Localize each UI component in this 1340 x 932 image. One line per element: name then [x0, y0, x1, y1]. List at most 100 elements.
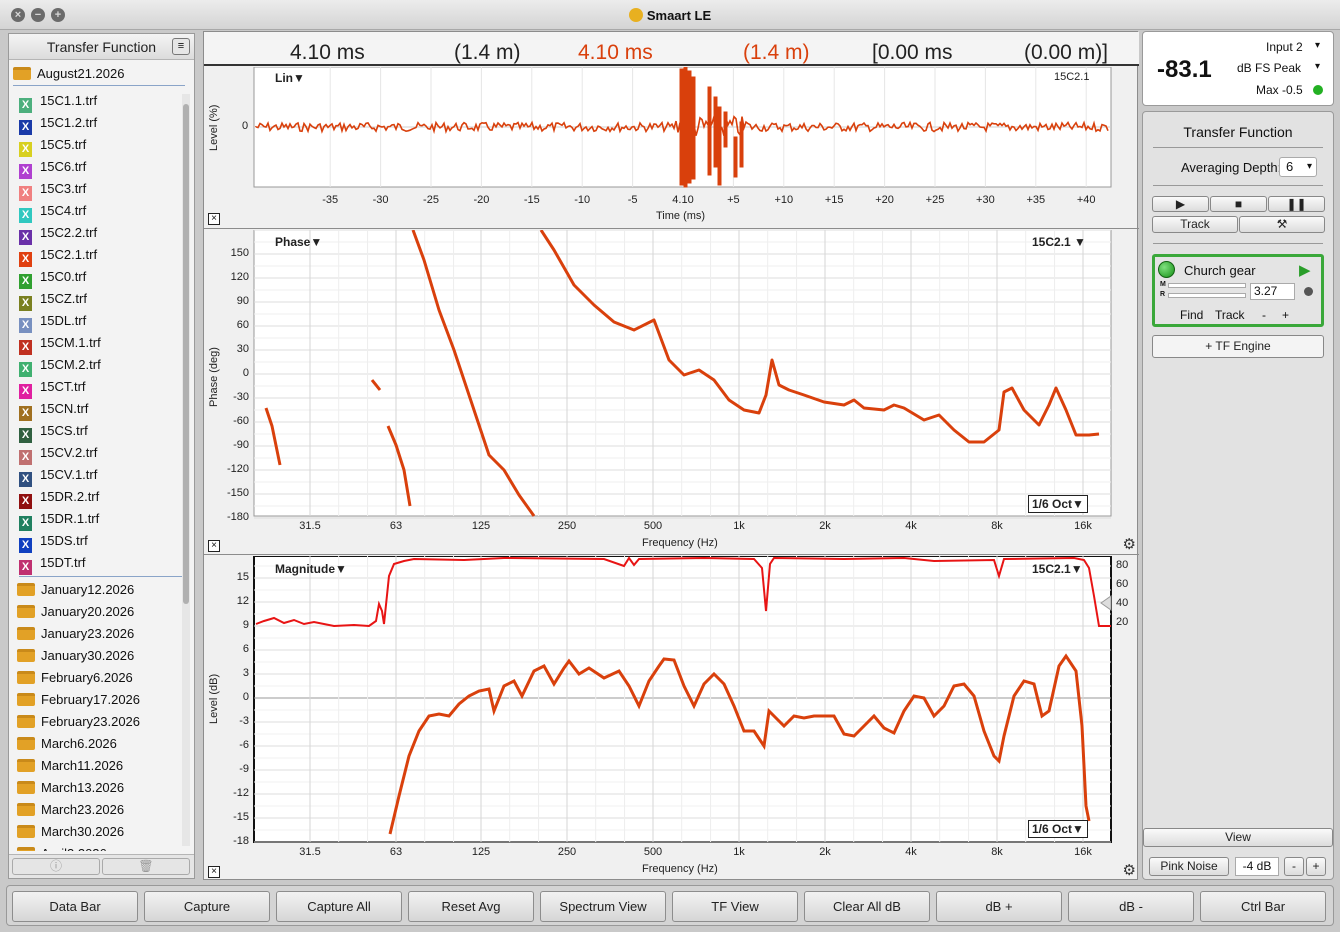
folder-item[interactable]: February17.2026	[17, 689, 140, 711]
file-item[interactable]: X 15CS.trf	[19, 420, 88, 443]
engine-minus-button[interactable]: -	[1262, 308, 1266, 322]
browser-menu-icon[interactable]: ≡	[172, 38, 190, 55]
tf-engine-church-gear[interactable]: Church gear ▶ M R 3.27 Find Track - +	[1152, 254, 1324, 327]
engine-track-button[interactable]: Track	[1215, 308, 1245, 322]
file-item[interactable]: X 15DS.trf	[19, 530, 88, 553]
bottom-button-ctrl-bar[interactable]: Ctrl Bar	[1200, 891, 1326, 922]
scrollbar-thumb[interactable]	[183, 104, 189, 604]
phase-close-icon[interactable]: ×	[208, 540, 220, 552]
input-select[interactable]: Input 2	[1266, 40, 1303, 54]
delete-button[interactable]: 🗑	[102, 858, 190, 875]
folder-item[interactable]: February6.2026	[17, 667, 133, 689]
phase-y-tick: 0	[242, 367, 249, 379]
add-tf-engine-button[interactable]: + TF Engine	[1152, 335, 1324, 358]
bottom-button-spectrum-view[interactable]: Spectrum View	[540, 891, 666, 922]
track-button[interactable]: Track	[1152, 216, 1238, 233]
folder-item[interactable]: March30.2026	[17, 821, 124, 843]
phase-gear-icon[interactable]: ⚙	[1123, 535, 1136, 553]
magnitude-smoothing-dropdown[interactable]: 1/6 Oct▼	[1028, 820, 1088, 838]
impulse-plot[interactable]: Lin▼ 15C2.1 0 Level (%) -35 -30 -25 -20 -15 -…	[204, 67, 1139, 229]
file-item[interactable]: X 15CT.trf	[19, 376, 86, 399]
folder-item[interactable]: March23.2026	[17, 799, 124, 821]
file-item[interactable]: X 15DT.trf	[19, 552, 86, 575]
magnitude-ylabel: Level (dB)	[208, 673, 220, 724]
folder-item[interactable]: January20.2026	[17, 601, 134, 623]
file-item[interactable]: X 15C1.1.trf	[19, 90, 97, 113]
bottom-button-db[interactable]: dB -	[1068, 891, 1194, 922]
plot-area: 4.10 ms (1.4 m) 4.10 ms (1.4 m) [0.00 ms…	[203, 31, 1139, 881]
folder-item[interactable]: March13.2026	[17, 777, 124, 799]
folder-name: March11.2026	[41, 758, 124, 773]
file-item[interactable]: X 15DR.1.trf	[19, 508, 99, 531]
magnitude-gear-icon[interactable]: ⚙	[1123, 861, 1136, 879]
file-item[interactable]: X 15CN.trf	[19, 398, 88, 421]
file-item[interactable]: X 15CM.1.trf	[19, 332, 101, 355]
file-item[interactable]: X 15C3.trf	[19, 178, 86, 201]
browser-scrollbar[interactable]	[182, 94, 190, 846]
folder-icon	[17, 847, 35, 851]
folder-item[interactable]: January30.2026	[17, 645, 134, 667]
file-item[interactable]: X 15DR.2.trf	[19, 486, 99, 509]
avg-depth-select[interactable]: 6 ▾	[1279, 157, 1317, 177]
file-item[interactable]: X 15CM.2.trf	[19, 354, 101, 377]
magnitude-trace-dropdown[interactable]: 15C2.1▼	[1032, 562, 1083, 576]
impulse-scale-dropdown[interactable]: Lin▼	[275, 71, 305, 85]
noise-plus-button[interactable]: +	[1306, 857, 1326, 876]
engine-find-button[interactable]: Find	[1180, 308, 1203, 322]
engine-plus-button[interactable]: +	[1282, 308, 1289, 322]
folder-name: January12.2026	[41, 582, 135, 597]
magnitude-plot[interactable]: Magnitude▼ 15C2.1▼ 15 12 9 6 3 0 -3 -6 -9 -12 -15-…	[204, 556, 1139, 881]
current-folder[interactable]: August21.2026	[13, 64, 185, 86]
bottom-button-capture[interactable]: Capture	[144, 891, 270, 922]
magnitude-dropdown[interactable]: Magnitude▼	[275, 562, 347, 576]
engine-name: Church gear	[1184, 263, 1256, 278]
folder-item[interactable]: March11.2026	[17, 755, 123, 777]
file-item[interactable]: X 15CV.2.trf	[19, 442, 97, 465]
input-meter: -83.1 Input 2 ▾ dB FS Peak ▾ Max -0.5	[1142, 31, 1334, 106]
stop-button[interactable]: ■	[1210, 196, 1267, 212]
phase-plot[interactable]: Phase▼ 15C2.1 ▼ 150 120 90 60 30 0 -30 -60 -90 -1…	[204, 230, 1139, 555]
phase-dropdown[interactable]: Phase▼	[275, 235, 322, 249]
view-button[interactable]: View	[1143, 828, 1333, 847]
file-item[interactable]: X 15DL.trf	[19, 310, 86, 333]
file-item[interactable]: X 15C5.trf	[19, 134, 86, 157]
tools-button[interactable]: ⚒	[1239, 216, 1325, 233]
impulse-close-icon[interactable]: ×	[208, 213, 220, 225]
folder-item[interactable]: February23.2026	[17, 711, 140, 733]
pause-button[interactable]: ❚❚	[1268, 196, 1325, 212]
phase-y-tick: 60	[236, 319, 249, 331]
file-item[interactable]: X 15C1.2.trf	[19, 112, 97, 135]
info-button[interactable]: ⓘ	[12, 858, 100, 875]
engine-run-icon[interactable]: ▶	[1299, 261, 1311, 279]
pink-noise-button[interactable]: Pink Noise	[1149, 857, 1229, 876]
file-item[interactable]: X 15C6.trf	[19, 156, 86, 179]
folder-item[interactable]: January23.2026	[17, 623, 134, 645]
noise-level-field[interactable]: -4 dB	[1235, 857, 1279, 876]
bottom-button-capture-all[interactable]: Capture All	[276, 891, 402, 922]
file-item[interactable]: X 15CZ.trf	[19, 288, 87, 311]
phase-trace-dropdown[interactable]: 15C2.1 ▼	[1032, 235, 1086, 249]
file-item[interactable]: X 15CV.1.trf	[19, 464, 97, 487]
bottom-button-clear-all-db[interactable]: Clear All dB	[804, 891, 930, 922]
phase-smoothing-dropdown[interactable]: 1/6 Oct▼	[1028, 495, 1088, 513]
magnitude-close-icon[interactable]: ×	[208, 866, 220, 878]
file-item[interactable]: X 15C0.trf	[19, 266, 86, 289]
noise-minus-button[interactable]: -	[1284, 857, 1304, 876]
play-button[interactable]: ▶	[1152, 196, 1209, 212]
folder-icon	[17, 671, 35, 684]
bottom-button-db[interactable]: dB +	[936, 891, 1062, 922]
phase-y-tick: -120	[226, 463, 249, 475]
file-item[interactable]: X 15C2.2.trf	[19, 222, 97, 245]
folder-item-partial[interactable]: April3.2026	[17, 843, 107, 851]
bottom-button-tf-view[interactable]: TF View	[672, 891, 798, 922]
file-item[interactable]: X 15C4.trf	[19, 200, 86, 223]
file-item[interactable]: X 15C2.1.trf	[19, 244, 97, 267]
engine-value-field[interactable]: 3.27	[1250, 283, 1295, 300]
bottom-button-reset-avg[interactable]: Reset Avg	[408, 891, 534, 922]
folder-item[interactable]: January12.2026	[17, 579, 134, 601]
folder-item[interactable]: March6.2026	[17, 733, 117, 755]
engine-on-toggle[interactable]	[1158, 261, 1175, 278]
meter-mode-select[interactable]: dB FS Peak	[1237, 61, 1301, 75]
window-title: Smaart LE	[0, 8, 1340, 23]
bottom-button-data-bar[interactable]: Data Bar	[12, 891, 138, 922]
